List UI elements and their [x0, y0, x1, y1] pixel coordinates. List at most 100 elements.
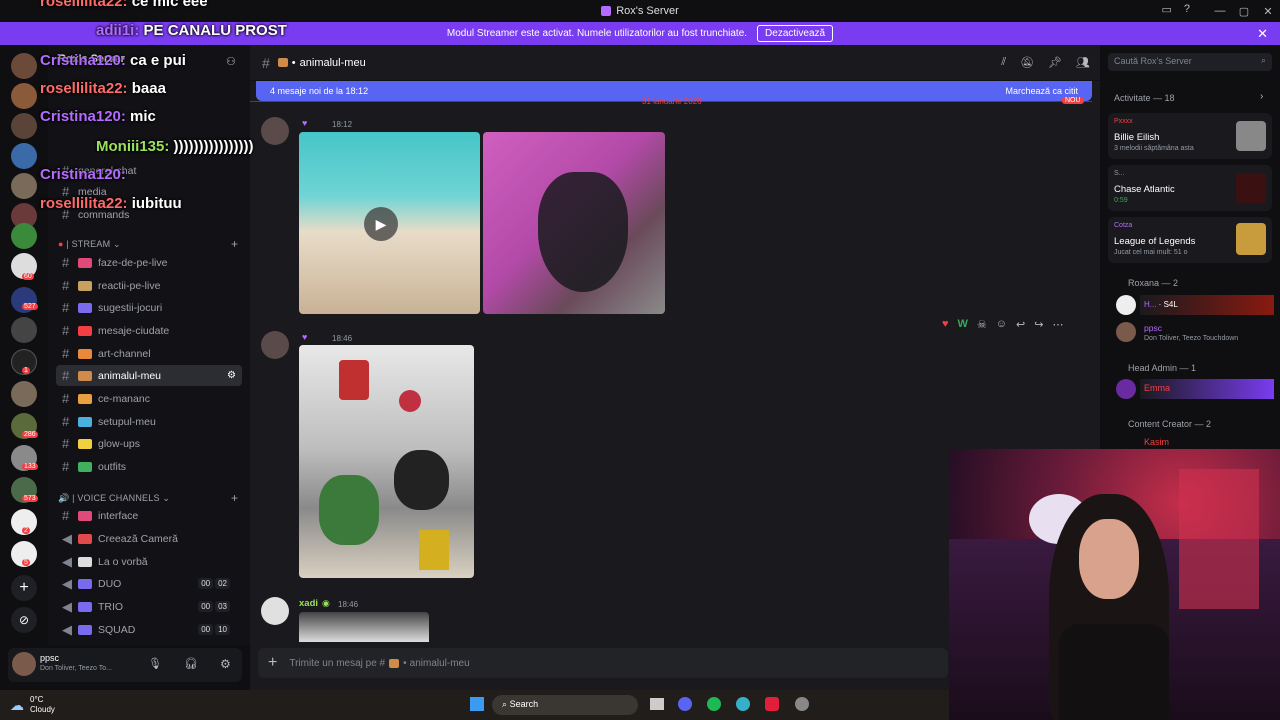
discord-icon[interactable] — [678, 697, 692, 711]
app-icon[interactable] — [765, 697, 779, 711]
voice-interface[interactable]: # interface — [56, 505, 242, 526]
voice-duo[interactable]: ◀ DUO 00 02 — [56, 573, 242, 594]
user-panel: ppsc Don Toliver, Teezo To... 🎙︎ 🎧︎ ⚙ — [8, 648, 242, 682]
avatar[interactable] — [261, 597, 289, 625]
windows-start-icon[interactable] — [470, 697, 484, 711]
voice-creeaza-camera[interactable]: ◀ Creează Cameră — [56, 528, 242, 549]
message-author[interactable]: xadi — [299, 598, 318, 609]
member-status: Don Toliver, Teezo Touchdown — [1144, 335, 1239, 342]
attachment-image[interactable] — [299, 612, 429, 642]
channel-reactii-pe-live[interactable]: # reactii-pe-live — [56, 275, 242, 296]
category-voice[interactable]: 🔊 | VOICE CHANNELS ⌄ — [58, 493, 170, 504]
add-voice-channel-icon[interactable]: + — [231, 491, 238, 505]
webcam-overlay — [949, 449, 1280, 720]
heart-reaction-icon[interactable]: ♥ — [942, 318, 949, 331]
member-name[interactable]: Kasim — [1144, 437, 1169, 447]
add-channel-icon[interactable]: + — [231, 237, 238, 251]
channel-faze-de-pe-live[interactable]: # faze-de-pe-live — [56, 252, 242, 273]
new-tag: NOU — [1062, 97, 1084, 104]
user-settings-icon[interactable]: ⚙ — [220, 657, 231, 671]
close-banner-icon[interactable]: ✕ — [1257, 26, 1268, 42]
message-composer[interactable]: + Trimite un mesaj pe # • animalul-meu — [258, 648, 948, 678]
mark-read-button[interactable]: Marchează ca citit — [1005, 86, 1078, 96]
activity-card[interactable]: S... Chase Atlantic 0:59 — [1108, 165, 1272, 211]
add-attachment-icon[interactable]: + — [268, 654, 277, 672]
search-input[interactable]: Caută Rox's Server ⌕ — [1108, 53, 1272, 71]
add-server-icon[interactable]: + — [11, 575, 37, 601]
role-roxana: Roxana — 2 — [1128, 278, 1179, 288]
avatar[interactable] — [261, 117, 289, 145]
inbox-icon[interactable]: ▭ — [1161, 3, 1171, 16]
pin-icon[interactable]: 📌︎ — [1048, 56, 1062, 69]
add-reaction-icon[interactable]: ☺ — [996, 318, 1007, 331]
w-reaction-icon[interactable]: W — [958, 318, 968, 331]
server-icon-1[interactable] — [11, 53, 37, 79]
task-view-icon[interactable] — [650, 698, 664, 710]
play-icon[interactable]: ▶ — [364, 207, 398, 241]
microphone-icon[interactable]: 🎙︎ — [148, 657, 162, 670]
channel-art-channel[interactable]: # art-channel — [56, 343, 242, 364]
members-icon[interactable]: 👥︎ — [1076, 56, 1090, 69]
cat-image[interactable] — [483, 132, 665, 314]
user-status: Don Toliver, Teezo To... — [40, 665, 112, 672]
cat-window-image[interactable] — [299, 345, 474, 578]
avatar[interactable] — [1116, 322, 1136, 342]
maximize-button[interactable]: ▢ — [1232, 0, 1256, 22]
search-box[interactable]: ⌕ Search — [492, 695, 638, 715]
channel-outfits[interactable]: # outfits — [56, 456, 242, 477]
help-icon[interactable]: ? — [1184, 3, 1190, 16]
mute-icon[interactable]: 🔕︎ — [1020, 56, 1034, 69]
member-name[interactable]: ppsc — [1144, 323, 1162, 333]
threads-icon[interactable]: ⫽ — [1001, 56, 1006, 69]
channel-animalul-meu[interactable]: # animalul-meu ⚙ — [56, 365, 242, 386]
server-icon-5[interactable] — [11, 173, 37, 199]
add-member-icon[interactable]: ⚇ — [226, 55, 236, 68]
avatar[interactable] — [1116, 295, 1136, 315]
chat-overlay-line: Cristina120: mic — [40, 108, 156, 125]
headphones-icon[interactable]: 🎧︎ — [184, 657, 198, 670]
chevron-right-icon[interactable]: › — [1260, 91, 1263, 102]
chat-overlay-line: Cristina120: — [40, 166, 126, 183]
activity-card[interactable]: Pxxxx Billie Eilish 3 melodii săptămâna … — [1108, 113, 1272, 159]
chat-overlay-line: rosellilita22: ce mic eee — [40, 0, 208, 10]
channel-ce-mananc[interactable]: # ce-mananc — [56, 388, 242, 409]
forward-icon[interactable]: ↪ — [1034, 318, 1043, 331]
category-stream[interactable]: ● | STREAM ⌄ — [58, 239, 121, 250]
avatar[interactable] — [1116, 379, 1136, 399]
spotify-icon[interactable] — [707, 697, 721, 711]
channel-title: animalul-meu — [299, 56, 366, 69]
obs-icon[interactable] — [795, 697, 809, 711]
server-icon-7[interactable] — [11, 223, 37, 249]
edge-icon[interactable] — [736, 697, 750, 711]
timestamp: 18:46 — [338, 600, 359, 609]
hamster-image[interactable]: ▶ — [299, 132, 480, 314]
channel-header: # • animalul-meu ⫽ 🔕︎ 📌︎ 👥︎ — [250, 45, 1100, 81]
reply-icon[interactable]: ↩ — [1016, 318, 1025, 331]
channel-setupul-meu[interactable]: # setupul-meu — [56, 411, 242, 432]
channel-sugestii-jocuri[interactable]: # sugestii-jocuri — [56, 297, 242, 318]
badge: 5 — [22, 559, 30, 566]
role-head-admin: Head Admin — 1 — [1128, 363, 1197, 373]
member-row[interactable]: H... · S4L — [1140, 295, 1274, 315]
server-icon-3[interactable] — [11, 113, 37, 139]
avatar[interactable] — [12, 652, 36, 676]
close-window-button[interactable]: ✕ — [1256, 0, 1280, 22]
server-icon-4[interactable] — [11, 143, 37, 169]
server-icon-12[interactable] — [11, 381, 37, 407]
activity-card[interactable]: Cotza League of Legends Jucat cel mai mu… — [1108, 217, 1272, 263]
avatar[interactable] — [261, 331, 289, 359]
channel-mesaje-ciudate[interactable]: # mesaje-ciudate — [56, 320, 242, 341]
voice-la-o-vorba[interactable]: ◀ La o vorbă — [56, 551, 242, 572]
discover-icon[interactable]: ⊘ — [11, 607, 37, 633]
disable-streamer-button[interactable]: Dezactivează — [757, 25, 834, 42]
voice-squad[interactable]: ◀ SQUAD 00 10 — [56, 619, 242, 640]
voice-trio[interactable]: ◀ TRIO 00 03 — [56, 596, 242, 617]
skull-reaction-icon[interactable]: ☠ — [977, 318, 987, 331]
more-icon[interactable]: ⋯ — [1052, 318, 1063, 331]
role-content-creator: Content Creator — 2 — [1128, 419, 1212, 429]
member-row[interactable]: Emma — [1140, 379, 1274, 399]
minimize-button[interactable]: — — [1208, 0, 1232, 22]
server-icon-10[interactable] — [11, 317, 37, 343]
server-icon-2[interactable] — [11, 83, 37, 109]
channel-glow-ups[interactable]: # glow-ups — [56, 433, 242, 454]
